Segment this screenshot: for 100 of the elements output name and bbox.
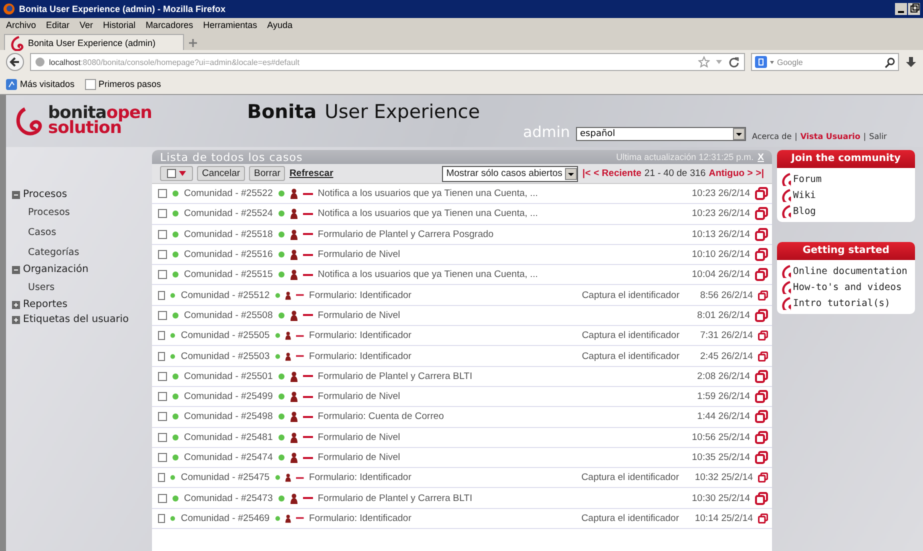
search-engine-icon[interactable] <box>755 56 767 68</box>
first-page-link[interactable]: |< <box>582 168 591 179</box>
row-checkbox[interactable] <box>158 412 167 422</box>
case-name[interactable]: Comunidad - #25518 <box>184 228 273 240</box>
row-checkbox[interactable] <box>158 372 167 381</box>
filter-select[interactable]: Mostrar sólo casos abiertos <box>442 166 578 182</box>
open-case-icon[interactable] <box>755 492 768 505</box>
row-checkbox[interactable] <box>158 209 167 218</box>
menu-item[interactable]: Ayuda <box>267 20 292 30</box>
open-case-icon[interactable] <box>755 207 768 220</box>
sidebar-item[interactable]: Procesos <box>23 189 68 200</box>
case-name[interactable]: Comunidad - #25474 <box>184 452 273 463</box>
case-name[interactable]: Comunidad - #25473 <box>184 492 273 504</box>
search-icon[interactable] <box>884 56 895 68</box>
open-case-icon[interactable] <box>758 350 768 363</box>
menu-item[interactable]: Herramientas <box>203 20 258 30</box>
new-tab-icon[interactable] <box>186 36 200 50</box>
open-case-icon[interactable] <box>755 187 768 200</box>
open-case-icon[interactable] <box>755 248 768 262</box>
search-field[interactable]: Google <box>751 53 899 71</box>
case-name[interactable]: Comunidad - #25481 <box>184 432 273 443</box>
language-select[interactable]: español <box>576 127 746 141</box>
older-link[interactable]: Antiguo > <box>708 168 753 179</box>
bookmark-item[interactable]: Más visitados <box>6 78 75 90</box>
row-checkbox[interactable] <box>158 453 167 462</box>
bookmark-item[interactable]: Primeros pasos <box>84 78 162 90</box>
minimize-icon[interactable] <box>895 3 907 15</box>
open-case-icon[interactable] <box>755 370 768 383</box>
open-case-icon[interactable] <box>758 471 768 484</box>
address-field[interactable]: localhost:8080/bonita/console/homepage?ui=admin&locale=es#default <box>30 53 745 71</box>
open-case-icon[interactable] <box>755 228 768 241</box>
open-case-icon[interactable] <box>755 451 768 464</box>
sidebar-item[interactable]: Organización <box>23 264 89 275</box>
case-name[interactable]: Comunidad - #25499 <box>184 391 273 402</box>
download-icon[interactable] <box>905 56 917 68</box>
menu-item[interactable]: Archivo <box>6 20 36 30</box>
menu-item[interactable]: Historial <box>103 20 136 30</box>
open-case-icon[interactable] <box>758 288 768 302</box>
star-icon[interactable] <box>698 56 710 68</box>
sidebar-subitem[interactable]: Categorías <box>28 246 80 258</box>
row-checkbox[interactable] <box>158 432 167 442</box>
restore-icon[interactable] <box>908 3 920 15</box>
menu-item[interactable]: Ver <box>80 20 94 30</box>
case-name[interactable]: Comunidad - #25515 <box>184 269 273 280</box>
last-page-link[interactable]: >| <box>756 168 764 179</box>
row-checkbox[interactable] <box>158 352 166 361</box>
row-checkbox[interactable] <box>158 230 167 239</box>
dropdown-icon[interactable] <box>770 60 774 64</box>
row-checkbox[interactable] <box>158 392 167 402</box>
header-link[interactable]: Acerca de <box>752 132 792 141</box>
sidebar-subitem[interactable]: Casos <box>28 226 56 238</box>
resource-link[interactable]: How-to's and videos <box>793 282 902 292</box>
menu-item[interactable]: Marcadores <box>146 20 194 30</box>
resource-link[interactable]: Wiki <box>793 190 816 200</box>
case-name[interactable]: Comunidad - #25512 <box>180 290 270 301</box>
case-name[interactable]: Comunidad - #25475 <box>180 472 270 484</box>
toolbar-button[interactable]: Borrar <box>249 166 286 181</box>
open-case-icon[interactable] <box>755 390 768 404</box>
resource-link[interactable]: Forum <box>793 174 822 184</box>
case-name[interactable]: Comunidad - #25508 <box>184 310 273 321</box>
row-checkbox[interactable] <box>158 494 167 503</box>
open-case-icon[interactable] <box>758 512 768 525</box>
row-checkbox[interactable] <box>158 290 166 300</box>
case-name[interactable]: Comunidad - #25516 <box>184 249 273 260</box>
open-case-icon[interactable] <box>758 329 768 342</box>
case-name[interactable]: Comunidad - #25469 <box>180 512 270 524</box>
resource-link[interactable]: Intro tutorial(s) <box>793 298 890 308</box>
row-checkbox[interactable] <box>158 331 166 340</box>
row-checkbox[interactable] <box>158 514 166 523</box>
case-name[interactable]: Comunidad - #25522 <box>184 188 273 200</box>
row-checkbox[interactable] <box>158 473 166 482</box>
collapse-icon[interactable] <box>12 266 20 274</box>
case-name[interactable]: Comunidad - #25501 <box>184 370 273 382</box>
reload-icon[interactable] <box>728 56 740 68</box>
open-case-icon[interactable] <box>755 268 768 282</box>
resource-link[interactable]: Blog <box>793 206 816 216</box>
header-link[interactable]: Vista Usuario <box>800 132 860 141</box>
open-case-icon[interactable] <box>755 410 768 424</box>
sidebar-item[interactable]: Etiquetas del usuario <box>23 314 129 325</box>
back-icon[interactable] <box>6 53 24 71</box>
row-checkbox[interactable] <box>158 189 167 198</box>
toolbar-button[interactable]: Cancelar <box>197 166 246 181</box>
case-name[interactable]: Comunidad - #25503 <box>180 350 270 362</box>
case-name[interactable]: Comunidad - #25498 <box>184 411 273 422</box>
menu-item[interactable]: Editar <box>46 20 70 30</box>
open-case-icon[interactable] <box>755 308 768 322</box>
expand-icon[interactable] <box>12 316 20 324</box>
collapse-icon[interactable] <box>12 190 20 198</box>
case-name[interactable]: Comunidad - #25524 <box>184 208 273 220</box>
resource-link[interactable]: Online documentation <box>793 266 908 276</box>
row-checkbox[interactable] <box>158 270 167 280</box>
select-menu-button[interactable] <box>160 166 193 181</box>
row-checkbox[interactable] <box>158 310 167 320</box>
case-name[interactable]: Comunidad - #25505 <box>180 330 270 342</box>
sidebar-subitem[interactable]: Procesos <box>28 206 70 218</box>
header-link[interactable]: Salir <box>869 132 887 141</box>
newer-link[interactable]: < Reciente <box>594 168 642 179</box>
row-checkbox[interactable] <box>158 250 167 260</box>
refresh-link[interactable]: Refrescar <box>289 168 334 179</box>
open-case-icon[interactable] <box>755 430 768 444</box>
